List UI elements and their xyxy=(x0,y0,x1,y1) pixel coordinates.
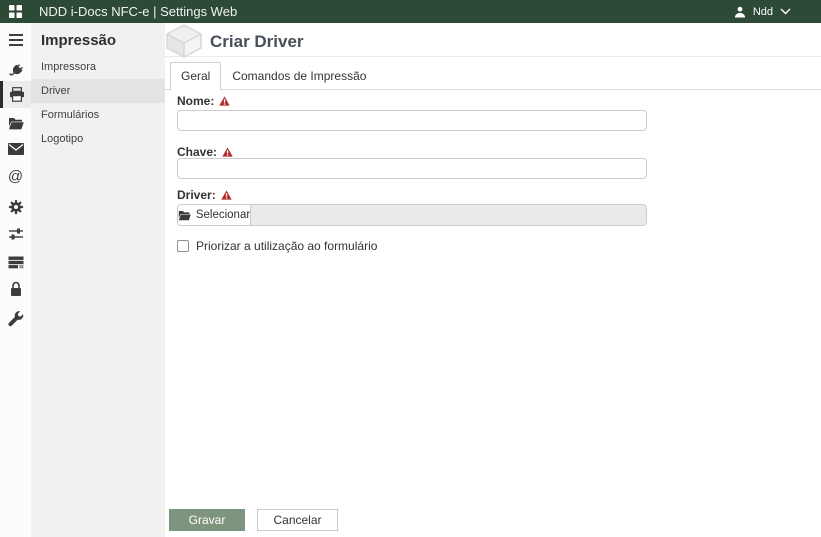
driver-file-control: Selecionar xyxy=(177,204,647,226)
chevron-down-icon xyxy=(780,8,791,15)
icon-rail: @ xyxy=(0,23,31,537)
warning-icon xyxy=(222,147,233,157)
sidebar-list: Impressora Driver Formulários Logotipo xyxy=(31,55,165,151)
tab-bar: Geral Comandos de Impressão xyxy=(165,62,821,90)
save-button[interactable]: Gravar xyxy=(169,509,245,531)
select-file-button[interactable]: Selecionar xyxy=(178,205,251,225)
user-menu[interactable]: Ndd xyxy=(734,6,791,18)
sidebar-item-logotipo[interactable]: Logotipo xyxy=(31,127,165,151)
sidebar-title: Impressão xyxy=(41,32,117,49)
rail-item-menu[interactable] xyxy=(0,29,31,51)
apps-grid-icon[interactable] xyxy=(9,5,22,18)
driver-label-text: Driver: xyxy=(177,188,216,202)
chave-input[interactable] xyxy=(177,158,647,179)
sidebar-item-formularios[interactable]: Formulários xyxy=(31,103,165,127)
printer-icon xyxy=(9,87,25,102)
folder-open-icon xyxy=(8,117,24,130)
sliders-icon xyxy=(8,227,24,241)
rail-item-mail[interactable] xyxy=(0,138,31,160)
chave-label: Chave: xyxy=(177,145,233,159)
warning-icon xyxy=(219,96,231,106)
page-title: Criar Driver xyxy=(210,32,304,51)
sidebar-item-driver[interactable]: Driver xyxy=(31,79,165,103)
user-icon xyxy=(734,6,746,18)
rail-item-server[interactable] xyxy=(0,251,31,273)
selected-file-path xyxy=(251,205,646,225)
form-actions: Gravar Cancelar xyxy=(169,509,338,531)
priorizar-checkbox-row[interactable]: Priorizar a utilização ao formulário xyxy=(177,239,377,253)
tab-geral[interactable]: Geral xyxy=(170,62,222,90)
topbar: NDD i-Docs NFC-e | Settings Web Ndd xyxy=(0,0,821,23)
header-divider xyxy=(165,56,821,57)
rail-item-sliders[interactable] xyxy=(0,223,31,245)
cube-icon xyxy=(163,23,205,64)
at-sign-icon: @ xyxy=(7,167,24,185)
nome-label: Nome: xyxy=(177,94,231,108)
app-title: NDD i-Docs NFC-e | Settings Web xyxy=(39,4,238,19)
gear-icon xyxy=(8,199,24,215)
select-file-label: Selecionar xyxy=(195,209,251,221)
chave-label-text: Chave: xyxy=(177,145,218,159)
rail-item-folder[interactable] xyxy=(0,112,31,134)
sidebar: Impressão Impressora Driver Formulários … xyxy=(31,23,165,537)
user-name: Ndd xyxy=(752,5,773,18)
priorizar-checkbox[interactable] xyxy=(177,240,189,252)
nome-label-text: Nome: xyxy=(177,94,215,108)
rail-item-at[interactable]: @ xyxy=(0,165,31,187)
sidebar-item-impressora[interactable]: Impressora xyxy=(31,55,165,79)
cancel-button[interactable]: Cancelar xyxy=(257,509,338,531)
rail-item-lock[interactable] xyxy=(0,278,31,300)
lock-icon xyxy=(9,281,23,297)
folder-icon xyxy=(178,210,191,221)
mail-icon xyxy=(7,143,24,155)
tab-comandos-de-impressao[interactable]: Comandos de Impressão xyxy=(221,63,377,89)
wrench-icon xyxy=(7,311,24,327)
driver-label: Driver: xyxy=(177,188,232,202)
server-icon xyxy=(8,256,24,269)
rail-item-wrench[interactable] xyxy=(0,308,31,330)
priorizar-checkbox-label: Priorizar a utilização ao formulário xyxy=(196,239,378,253)
plug-icon xyxy=(8,63,24,79)
main-content: Criar Driver Geral Comandos de Impressão… xyxy=(165,23,821,537)
warning-icon xyxy=(220,190,232,200)
rail-item-gear[interactable] xyxy=(0,196,31,218)
menu-icon xyxy=(8,33,24,47)
nome-input[interactable] xyxy=(177,110,647,131)
rail-item-plug[interactable] xyxy=(0,60,31,82)
rail-item-printer[interactable] xyxy=(0,81,31,108)
